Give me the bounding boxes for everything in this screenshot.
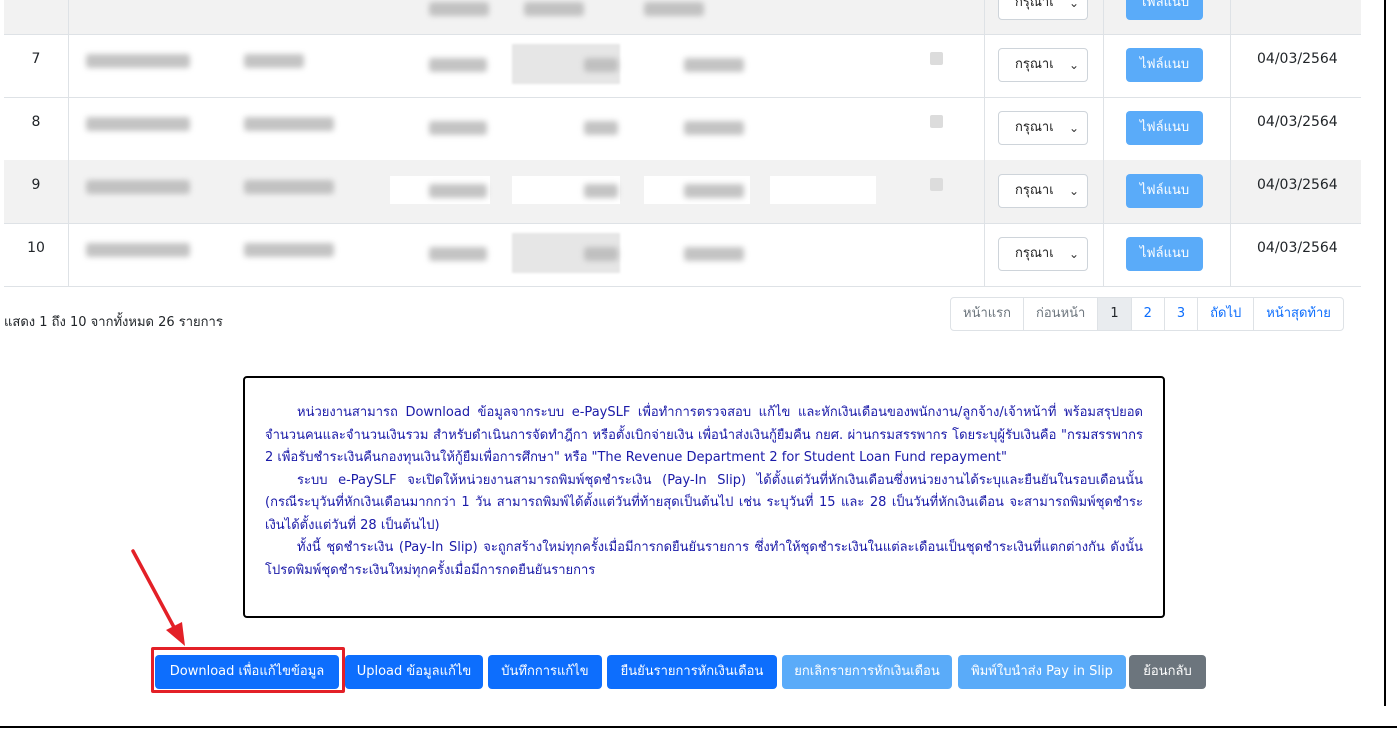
status-select[interactable]: กรุณาเ ⌄ (998, 174, 1088, 208)
table-row: 7 กรุณาเ ⌄ ไฟล์แนบ 04/03/2564 (4, 34, 1361, 98)
attach-file-button[interactable]: ไฟล์แนบ (1126, 237, 1203, 271)
row-checkbox[interactable] (930, 178, 943, 191)
download-button[interactable]: Download เพื่อแก้ไขข้อมูล (155, 655, 339, 689)
table-info-text: แสดง 1 ถึง 10 จากทั้งหมด 26 รายการ (4, 315, 223, 330)
notice-paragraph: หน่วยงานสามารถ Download ข้อมูลจากระบบ e-… (265, 405, 1143, 465)
status-select-label: กรุณาเ (1015, 183, 1054, 198)
blurred-cell (584, 247, 618, 261)
blurred-cell (244, 117, 334, 131)
page-first[interactable]: หน้าแรก (950, 297, 1024, 331)
blurred-cell (244, 54, 304, 68)
frame-border-right (1384, 0, 1386, 706)
blurred-cell (86, 243, 190, 257)
text-input[interactable] (770, 50, 876, 78)
cancel-deduction-button[interactable]: ยกเลิกรายการหักเงินเดือน (782, 655, 952, 689)
status-select-label: กรุณาเ (1015, 246, 1054, 261)
status-select[interactable]: กรุณาเ ⌄ (998, 111, 1088, 145)
attach-file-button[interactable]: ไฟล์แนบ (1126, 111, 1203, 145)
attach-file-button[interactable]: ไฟล์แนบ (1126, 174, 1203, 208)
blurred-cell (684, 121, 744, 135)
blurred-cell (584, 121, 618, 135)
attach-file-button[interactable]: ไฟล์แนบ (1126, 0, 1203, 20)
status-select[interactable]: กรุณาเ ⌄ (998, 237, 1088, 271)
blurred-cell (524, 2, 584, 16)
blurred-cell (429, 121, 487, 135)
notice-paragraph: ระบบ e-PaySLF จะเปิดให้หน่วยงานสามารถพิม… (265, 472, 1143, 533)
chevron-down-icon: ⌄ (1068, 0, 1079, 10)
page-3[interactable]: 3 (1163, 297, 1199, 331)
table-row: 9 กรุณาเ ⌄ ไฟล์แนบ 04/03/2564 (4, 160, 1361, 224)
blurred-cell (429, 58, 487, 72)
blurred-cell (644, 2, 704, 16)
text-input[interactable] (770, 239, 876, 267)
text-input[interactable] (770, 176, 876, 204)
pagination: หน้าแรก ก่อนหน้า 1 2 3 ถัดไป หน้าสุดท้าย (950, 297, 1344, 331)
table-row: 10 กรุณาเ ⌄ ไฟล์แนบ 04/03/2564 (4, 223, 1361, 287)
blurred-cell (86, 54, 190, 68)
notice-paragraph: ทั้งนี้ ชุดชำระเงิน (Pay-In Slip) จะถูกส… (265, 540, 1143, 578)
blurred-cell (86, 180, 190, 194)
blurred-cell (684, 184, 744, 198)
blurred-cell (429, 247, 487, 261)
text-input[interactable] (770, 113, 876, 141)
status-select-label: กรุณาเ (1015, 120, 1054, 135)
row-checkbox[interactable] (930, 115, 943, 128)
row-number: 8 (31, 114, 41, 130)
status-select[interactable]: กรุณาเ ⌄ (998, 48, 1088, 82)
page-prev[interactable]: ก่อนหน้า (1023, 297, 1099, 331)
attach-file-button[interactable]: ไฟล์แนบ (1126, 48, 1203, 82)
blurred-cell (584, 58, 618, 72)
page-1[interactable]: 1 (1097, 297, 1132, 331)
page-last[interactable]: หน้าสุดท้าย (1253, 297, 1344, 331)
page-next[interactable]: ถัดไป (1197, 297, 1255, 331)
blurred-cell (584, 184, 618, 198)
row-date: 04/03/2564 (1257, 51, 1338, 67)
table-row: กรุณาเ ⌄ ไฟล์แนบ (4, 0, 1361, 35)
frame-border-bottom (0, 726, 1397, 728)
back-button[interactable]: ย้อนกลับ (1129, 655, 1206, 689)
chevron-down-icon: ⌄ (1068, 121, 1079, 135)
save-button[interactable]: บันทึกการแก้ไข (488, 655, 602, 689)
status-select-label: กรุณาเ (1015, 57, 1054, 72)
row-date: 04/03/2564 (1257, 114, 1338, 130)
notice-box: หน่วยงานสามารถ Download ข้อมูลจากระบบ e-… (243, 376, 1165, 618)
row-number: 9 (31, 177, 41, 193)
chevron-down-icon: ⌄ (1068, 58, 1079, 72)
row-date: 04/03/2564 (1257, 177, 1338, 193)
chevron-down-icon: ⌄ (1068, 247, 1079, 261)
page-2[interactable]: 2 (1130, 297, 1165, 331)
blurred-cell (429, 2, 489, 16)
status-select[interactable]: กรุณาเ ⌄ (998, 0, 1088, 20)
upload-button[interactable]: Upload ข้อมูลแก้ไข (345, 655, 483, 689)
confirm-deduction-button[interactable]: ยืนยันรายการหักเงินเดือน (607, 655, 777, 689)
status-select-label: กรุณาเ (1015, 0, 1054, 10)
table-row: 8 กรุณาเ ⌄ ไฟล์แนบ 04/03/2564 (4, 97, 1361, 161)
print-payin-slip-button[interactable]: พิมพ์ใบนำส่ง Pay in Slip (958, 655, 1126, 689)
chevron-down-icon: ⌄ (1068, 184, 1079, 198)
blurred-cell (684, 58, 744, 72)
blurred-cell (244, 243, 334, 257)
blurred-cell (429, 184, 487, 198)
blurred-cell (86, 117, 190, 131)
blurred-cell (684, 247, 744, 261)
row-number: 7 (31, 51, 41, 67)
row-number: 10 (27, 240, 45, 256)
row-checkbox[interactable] (930, 52, 943, 65)
blurred-cell (244, 180, 334, 194)
row-date: 04/03/2564 (1257, 240, 1338, 256)
